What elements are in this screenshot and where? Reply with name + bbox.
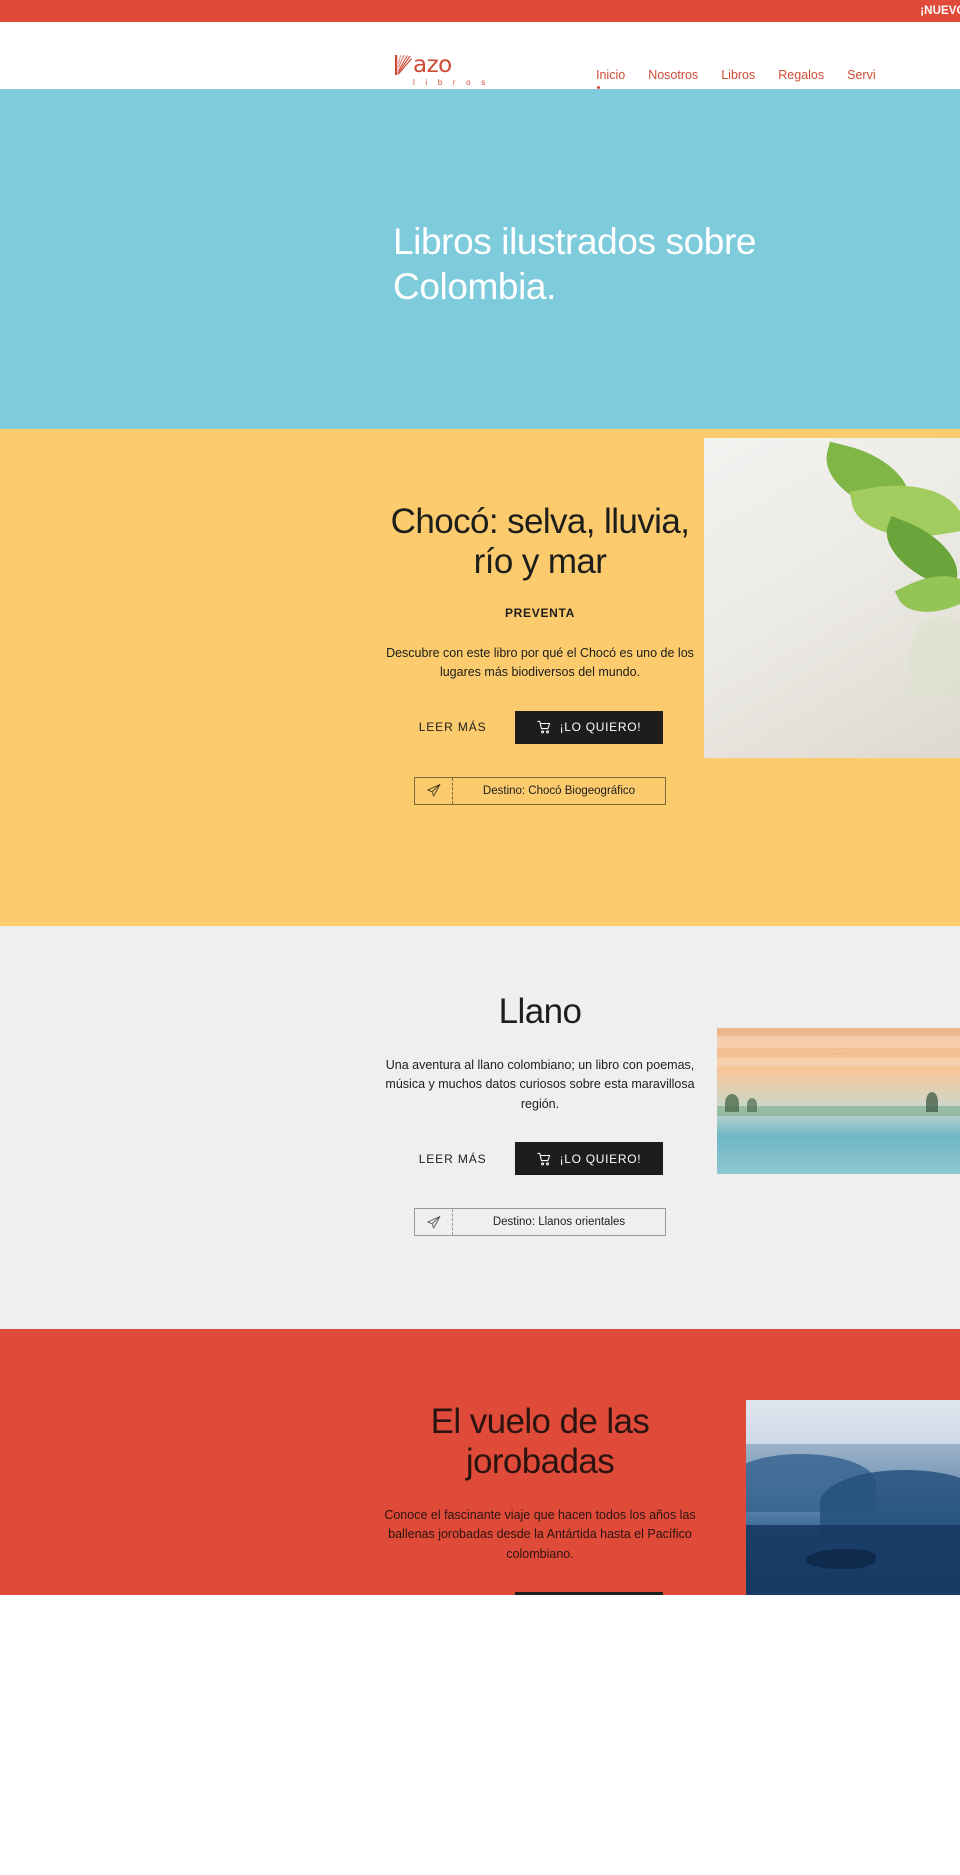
site-header: azo l i b r o s Inicio Nosotros Libros R… <box>0 22 960 89</box>
read-more-button-choco[interactable]: LEER MÁS <box>417 716 489 738</box>
paper-plane-icon <box>427 784 441 797</box>
product-badge-choco: PREVENTA <box>504 605 576 620</box>
product-description-llano: Una aventura al llano colombiano; un lib… <box>385 1057 695 1111</box>
logo-row: azo <box>395 52 452 78</box>
nav-item-libros[interactable]: Libros <box>721 68 755 82</box>
book-cover-ballenas-art <box>746 1400 960 1595</box>
buy-button-ballenas[interactable]: ¡LO QUIERO! <box>514 1591 664 1595</box>
shopping-cart-icon <box>536 720 550 734</box>
product-description-choco: Descubre con este libro por qué el Chocó… <box>386 645 694 680</box>
book-cover-ballenas[interactable] <box>746 1400 960 1595</box>
product-text-ballenas: El vuelo de las jorobadas Conoce el fasc… <box>375 1402 705 1595</box>
book-cover-choco[interactable] <box>704 438 960 758</box>
product-title-llano: Llano <box>498 992 582 1031</box>
product-description-ballenas: Conoce el fascinante viaje que hacen tod… <box>384 1507 696 1561</box>
cover-art-tinytext: · · · · · · · · <box>829 1052 848 1056</box>
announcement-text: ¡NUEVO LIBRO EN PREVENTA! Envíos <box>920 5 960 17</box>
nav-item-inicio[interactable]: Inicio <box>596 68 625 89</box>
buy-button-label-llano: ¡LO QUIERO! <box>559 1151 642 1166</box>
product-title-ballenas: El vuelo de las jorobadas <box>430 1402 650 1481</box>
product-section-llano: · · · · · · · · Llano Una aventura al ll… <box>0 926 960 1329</box>
book-cover-llano[interactable]: · · · · · · · · <box>717 1028 960 1174</box>
logo-wordmark: azo <box>413 52 452 78</box>
book-cover-llano-art: · · · · · · · · <box>717 1028 960 1174</box>
destination-ticket-llano[interactable]: Destino: Llanos orientales <box>414 1208 666 1237</box>
buy-button-llano[interactable]: ¡LO QUIERO! <box>514 1142 664 1176</box>
main-navigation: Inicio Nosotros Libros Regalos Servi <box>596 68 876 89</box>
product-actions-llano: LEER MÁS ¡LO QUIERO! <box>375 1142 705 1176</box>
book-cover-choco-art <box>704 438 960 758</box>
product-text-choco: Chocó: selva, lluvia, río y mar PREVENTA… <box>375 502 705 805</box>
nav-item-nosotros[interactable]: Nosotros <box>648 68 698 82</box>
page-root: ¡NUEVO LIBRO EN PREVENTA! Envíos azo l <box>0 0 960 1595</box>
ticket-icon-cell-llano <box>415 1209 453 1236</box>
hero-title: Libros ilustrados sobre Colombia. <box>393 221 757 308</box>
hero-banner: Libros ilustrados sobre Colombia. <box>0 89 960 429</box>
buy-button-choco[interactable]: ¡LO QUIERO! <box>514 710 664 744</box>
buy-button-label-choco: ¡LO QUIERO! <box>559 720 642 735</box>
logo-tagline: l i b r o s <box>413 78 490 87</box>
nav-item-regalos[interactable]: Regalos <box>778 68 824 82</box>
product-text-llano: Llano Una aventura al llano colombiano; … <box>375 992 705 1237</box>
announcement-bar: ¡NUEVO LIBRO EN PREVENTA! Envíos <box>0 0 960 22</box>
nav-item-servicios[interactable]: Servi <box>847 68 875 82</box>
product-section-choco: Chocó: selva, lluvia, río y mar PREVENTA… <box>0 429 960 926</box>
product-actions-choco: LEER MÁS ¡LO QUIERO! <box>375 710 705 744</box>
ticket-label-choco: Destino: Chocó Biogeográfico <box>482 784 636 797</box>
shopping-cart-icon <box>536 1152 550 1165</box>
destination-ticket-choco[interactable]: Destino: Chocó Biogeográfico <box>414 776 666 805</box>
paper-plane-icon <box>427 1215 441 1228</box>
product-section-ballenas: El vuelo de las jorobadas Conoce el fasc… <box>0 1329 960 1595</box>
product-title-choco: Chocó: selva, lluvia, río y mar <box>390 502 690 581</box>
ticket-icon-cell-choco <box>415 777 453 804</box>
lazo-mark-icon <box>395 55 412 75</box>
product-actions-ballenas: LEER MÁS ¡LO QUIERO! <box>375 1591 705 1595</box>
read-more-button-llano[interactable]: LEER MÁS <box>417 1148 489 1170</box>
ticket-label-llano: Destino: Llanos orientales <box>492 1216 626 1229</box>
site-logo[interactable]: azo l i b r o s <box>395 53 489 87</box>
